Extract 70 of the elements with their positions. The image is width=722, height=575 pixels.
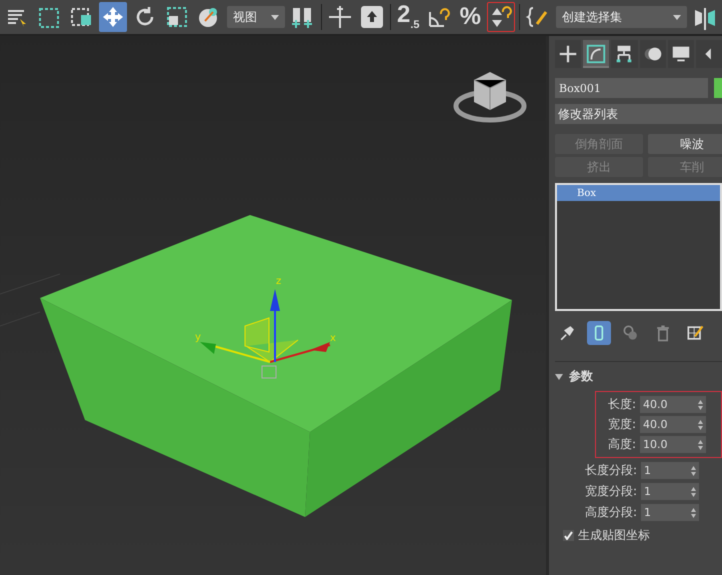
grid-pencil-icon: [688, 326, 704, 340]
panel-tab[interactable]: [640, 40, 666, 68]
stack-item[interactable]: Box: [557, 185, 720, 201]
dropdown[interactable]: 视图: [227, 6, 286, 28]
spinner-field[interactable]: 40.0: [640, 396, 706, 413]
rotate-icon: [136, 6, 154, 26]
axis-label: y: [195, 332, 201, 343]
dropdown[interactable]: 创建选择集: [556, 6, 687, 28]
dashed-square-icon: [39, 8, 59, 28]
checkbox[interactable]: [563, 530, 574, 541]
spinner-field[interactable]: 1: [641, 462, 699, 479]
axis-label: x: [330, 333, 336, 344]
panel-tab[interactable]: [696, 40, 722, 68]
snap-toggle[interactable]: %: [457, 2, 484, 32]
pin-icon: [560, 326, 574, 340]
crosshair-icon: [328, 5, 352, 29]
param-label: 高度分段:: [585, 504, 638, 521]
spinner-arrows-icon[interactable]: [698, 420, 703, 430]
grid-lines: [0, 274, 60, 326]
param-label: 宽度:: [608, 416, 636, 433]
param-label: 长度:: [608, 396, 636, 413]
spinner-arrows-icon[interactable]: [691, 486, 696, 496]
tool-button[interactable]: [487, 2, 516, 32]
color-swatch[interactable]: [714, 78, 722, 98]
rollout-title[interactable]: 参数: [569, 368, 593, 385]
stack-tool-button[interactable]: [587, 321, 611, 345]
spinner-magnet-icon: [492, 6, 512, 27]
dashed-square-icon: [71, 8, 91, 26]
caret-left-icon: [705, 48, 711, 60]
panel-tab[interactable]: [668, 40, 694, 68]
spinner-arrows-icon[interactable]: [698, 440, 703, 450]
object-name-field[interactable]: Box001: [555, 78, 708, 98]
list-cursor-icon: [7, 10, 26, 27]
snap-toggle[interactable]: 2$_{.5}$: [395, 2, 422, 32]
modifier-list-dropdown[interactable]: 修改器列表: [555, 104, 722, 124]
motion-disc-icon: [644, 48, 661, 60]
panel-tab[interactable]: [611, 40, 638, 68]
angle-magnet-icon: [429, 8, 450, 27]
braces-pencil-icon: [527, 7, 548, 27]
param-label: 宽度分段:: [585, 483, 638, 500]
spinner-field[interactable]: 10.0: [640, 436, 706, 453]
hierarchy-icon: [617, 46, 632, 62]
up-arrow-key-icon: [361, 6, 384, 28]
panel-tab[interactable]: [555, 40, 582, 68]
param-label: 高度:: [608, 436, 636, 453]
circles-icon: [624, 326, 637, 340]
monitor-icon: [672, 46, 690, 62]
caret-icon: [271, 14, 280, 20]
modify-curve-icon: [587, 44, 606, 64]
pivot-center-icon: [291, 8, 314, 29]
axis-label: z: [276, 276, 282, 287]
scale-icon: [167, 7, 187, 27]
expanded-arrow-icon[interactable]: [555, 374, 563, 380]
four-arrows-icon: [103, 7, 123, 27]
spinner-field[interactable]: 1: [641, 483, 699, 500]
param-label: 长度分段:: [585, 462, 638, 479]
spinner-arrows-icon[interactable]: [691, 508, 696, 518]
spinner-field[interactable]: 40.0: [640, 416, 706, 433]
trash-icon: [656, 326, 670, 342]
spinner-field[interactable]: 1: [641, 504, 699, 521]
spinner-arrows-icon[interactable]: [691, 466, 696, 476]
tube-icon: [594, 326, 604, 340]
panel-tab[interactable]: [583, 40, 610, 68]
mirror-icon: [694, 8, 715, 30]
modifier-button[interactable]: 噪波: [648, 134, 722, 154]
checkbox-label: 生成贴图坐标: [578, 527, 650, 544]
disc-pencil-icon: [199, 8, 217, 27]
caret-icon: [672, 14, 681, 20]
spinner-arrows-icon[interactable]: [698, 400, 703, 410]
plus-icon: [558, 44, 578, 64]
